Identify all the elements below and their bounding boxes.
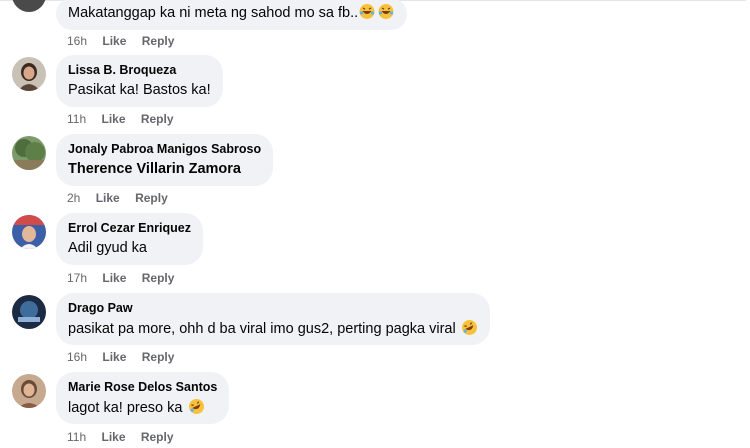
like-button[interactable]: Like bbox=[101, 112, 125, 126]
comment-actions: 17h Like Reply bbox=[67, 271, 186, 285]
like-button[interactable]: Like bbox=[102, 34, 126, 48]
reply-button[interactable]: Reply bbox=[135, 191, 168, 205]
comment-text-row: lagot ka! preso ka bbox=[68, 398, 217, 421]
reply-button[interactable]: Reply bbox=[141, 430, 174, 444]
comment-time[interactable]: 2h bbox=[67, 191, 80, 205]
avatar-image bbox=[12, 136, 46, 170]
comment-text-row: pasikat pa more, ohh d ba viral imo gus2… bbox=[68, 319, 478, 342]
comment-time[interactable]: 16h bbox=[67, 34, 87, 48]
like-button[interactable]: Like bbox=[102, 350, 126, 364]
comment-text: Makatanggap ka ni meta ng sahod mo sa fb… bbox=[68, 5, 359, 21]
rofl-emoji-icon bbox=[461, 319, 478, 342]
comment-actions: 16h Like Reply bbox=[67, 34, 186, 48]
comment-time[interactable]: 11h bbox=[67, 430, 86, 444]
avatar[interactable] bbox=[12, 374, 46, 408]
rofl-emoji-icon bbox=[188, 398, 205, 421]
commenter-name[interactable]: Jonaly Pabroa Manigos Sabroso bbox=[68, 141, 261, 157]
commenter-name[interactable]: Marie Rose Delos Santos bbox=[68, 379, 217, 395]
comment-text-row: Makatanggap ka ni meta ng sahod mo sa fb… bbox=[68, 3, 395, 26]
comment-bubble: Lissa B. Broqueza Pasikat ka! Bastos ka! bbox=[56, 55, 223, 107]
comment-time[interactable]: 17h bbox=[67, 271, 87, 285]
avatar[interactable] bbox=[12, 0, 46, 12]
scrollbar[interactable] bbox=[746, 0, 750, 448]
reply-button[interactable]: Reply bbox=[142, 271, 175, 285]
avatar[interactable] bbox=[12, 136, 46, 170]
commenter-name[interactable]: Lissa B. Broqueza bbox=[68, 62, 211, 78]
comment-actions: 2h Like Reply bbox=[67, 191, 180, 205]
comment-bubble: Makatanggap ka ni meta ng sahod mo sa fb… bbox=[56, 0, 408, 30]
comment-text: lagot ka! preso ka bbox=[68, 400, 183, 416]
avatar-image bbox=[12, 374, 46, 408]
avatar-image bbox=[12, 295, 46, 329]
comment-actions: 11h Like Reply bbox=[67, 112, 186, 126]
comment-bubble: Errol Cezar Enriquez Adil gyud ka bbox=[56, 213, 203, 265]
avatar[interactable] bbox=[12, 295, 46, 329]
avatar-image bbox=[12, 215, 46, 249]
comment-time[interactable]: 16h bbox=[67, 350, 87, 364]
comment-bubble: Marie Rose Delos Santos lagot ka! preso … bbox=[56, 372, 230, 424]
comment-text: Adil gyud ka bbox=[68, 240, 147, 256]
avatar-image bbox=[12, 57, 46, 91]
like-button[interactable]: Like bbox=[96, 191, 120, 205]
comment-bubble: Jonaly Pabroa Manigos Sabroso Therence V… bbox=[56, 134, 274, 186]
commenter-name[interactable]: Drago Paw bbox=[68, 300, 478, 316]
laughing-emoji-icon bbox=[359, 3, 395, 26]
comment-actions: 16h Like Reply bbox=[67, 350, 186, 364]
like-button[interactable]: Like bbox=[102, 271, 126, 285]
comment-text: Pasikat ka! Bastos ka! bbox=[68, 82, 211, 98]
avatar[interactable] bbox=[12, 57, 46, 91]
reply-button[interactable]: Reply bbox=[142, 34, 175, 48]
reply-button[interactable]: Reply bbox=[142, 350, 175, 364]
commenter-name[interactable]: Errol Cezar Enriquez bbox=[68, 220, 191, 236]
like-button[interactable]: Like bbox=[101, 430, 125, 444]
comment-text: pasikat pa more, ohh d ba viral imo gus2… bbox=[68, 321, 456, 337]
tagged-user-mention[interactable]: Therence Villarin Zamora bbox=[68, 160, 261, 179]
comment-actions: 11h Like Reply bbox=[67, 430, 186, 444]
comment-bubble: Drago Paw pasikat pa more, ohh d ba vira… bbox=[56, 293, 490, 345]
avatar-image bbox=[12, 0, 46, 12]
reply-button[interactable]: Reply bbox=[141, 112, 174, 126]
comment-time[interactable]: 11h bbox=[67, 112, 86, 126]
avatar[interactable] bbox=[12, 215, 46, 249]
